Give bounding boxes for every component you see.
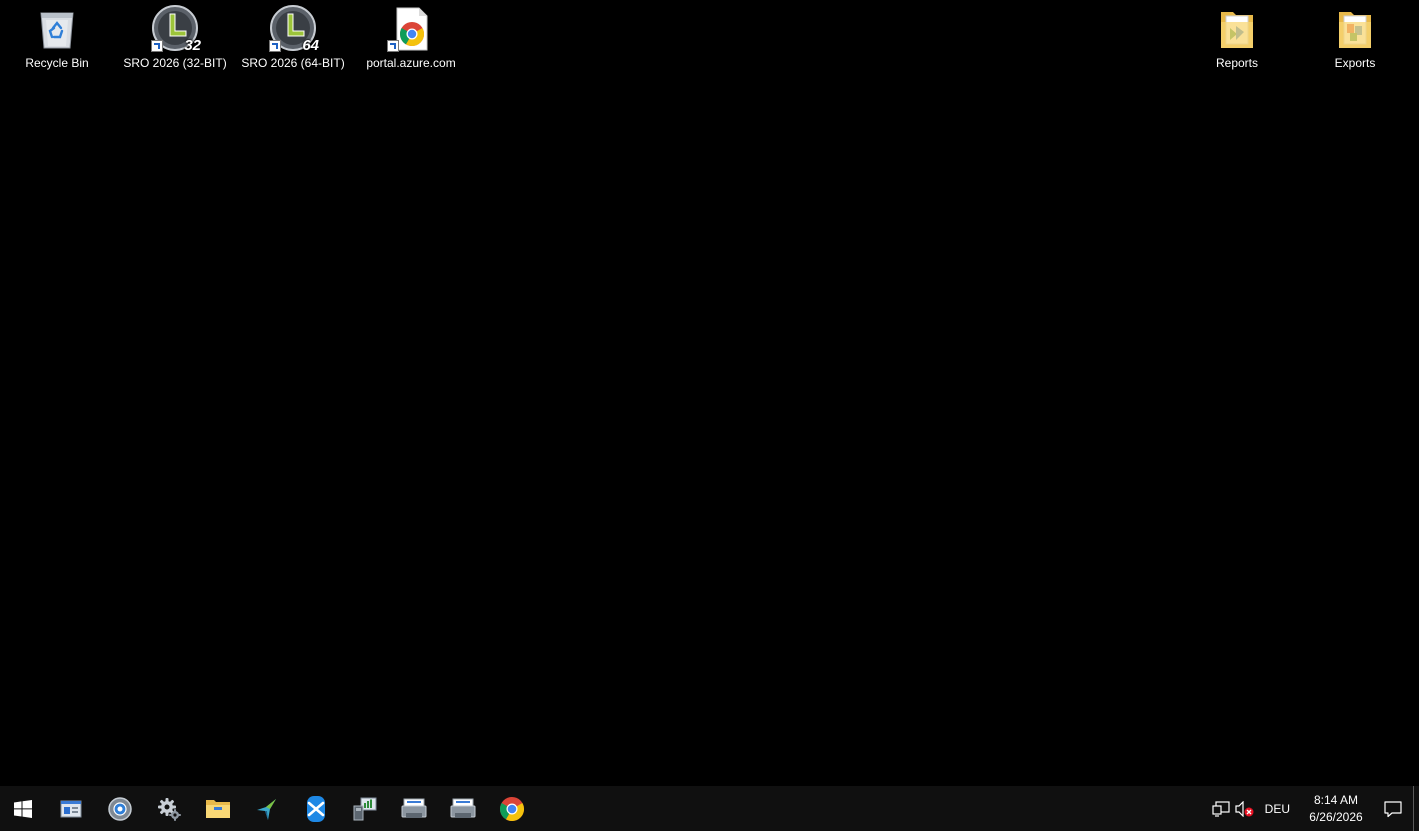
sro-2026-64bit-shortcut[interactable]: 64 SRO 2026 (64-BIT) — [238, 4, 348, 78]
desktop-icon-label: Exports — [1334, 56, 1376, 70]
taskbar-chrome[interactable] — [487, 786, 536, 831]
taskbar-remote-desktop[interactable] — [340, 786, 389, 831]
chrome-url-file-icon — [387, 4, 435, 52]
exports-folder-tile[interactable]: Exports — [1300, 4, 1410, 78]
recycle-bin-icon-tile[interactable]: Recycle Bin — [2, 4, 112, 78]
shortcut-arrow-icon — [269, 40, 281, 52]
server-manager-icon — [60, 800, 81, 817]
start-button[interactable] — [0, 786, 46, 831]
action-center-icon — [1384, 800, 1402, 817]
taskbar-control-panel[interactable] — [95, 786, 144, 831]
sro-badge-64: 64 — [302, 37, 319, 54]
show-desktop-button[interactable] — [1413, 786, 1419, 831]
windows-logo-icon — [14, 799, 32, 818]
taskbar: DEU 8:14 AM 6/26/2026 — [0, 786, 1419, 831]
taskbar-clock[interactable]: 8:14 AM 6/26/2026 — [1299, 792, 1373, 826]
printer-icon — [401, 798, 426, 818]
action-center-button[interactable] — [1373, 786, 1413, 831]
gear-icon — [157, 797, 181, 821]
shortcut-arrow-icon — [151, 40, 163, 52]
taskbar-file-explorer[interactable] — [193, 786, 242, 831]
shortcut-arrow-icon — [387, 40, 399, 52]
taskbar-hummingbird[interactable] — [242, 786, 291, 831]
network-icon[interactable] — [1209, 786, 1233, 831]
system-tray: DEU 8:14 AM 6/26/2026 — [1209, 786, 1419, 831]
desktop-icon-label: SRO 2026 (32-BIT) — [123, 56, 227, 70]
chrome-icon — [499, 796, 524, 821]
taskbar-sql-app[interactable] — [291, 786, 340, 831]
folder-icon — [1213, 4, 1261, 52]
recycle-bin-icon — [33, 4, 81, 52]
input-language-indicator[interactable]: DEU — [1257, 802, 1299, 816]
clock-time: 8:14 AM — [1313, 792, 1359, 807]
sro-2026-32bit-shortcut[interactable]: 32 SRO 2026 (32-BIT) — [120, 4, 230, 78]
desktop-icon-label: Recycle Bin — [25, 56, 89, 70]
taskbar-printer-1[interactable] — [389, 786, 438, 831]
desktop-icon-label: Reports — [1215, 56, 1259, 70]
folder-icon — [1331, 4, 1379, 52]
taskbar-server-manager[interactable] — [46, 786, 95, 831]
remote-desktop-icon — [353, 797, 376, 820]
hummingbird-icon — [256, 798, 276, 820]
volume-muted-icon[interactable] — [1233, 786, 1257, 831]
reports-folder-tile[interactable]: Reports — [1182, 4, 1292, 78]
portal-azure-shortcut[interactable]: portal.azure.com — [356, 4, 466, 78]
desktop: Recycle Bin 32 SRO 2026 (32-BIT) 64 SRO … — [0, 0, 1419, 786]
taskbar-settings[interactable] — [144, 786, 193, 831]
printer-icon — [450, 798, 475, 818]
desktop-icon-label: SRO 2026 (64-BIT) — [241, 56, 345, 70]
sro-badge-32: 32 — [184, 37, 201, 54]
taskbar-printer-2[interactable] — [438, 786, 487, 831]
sro-clock-icon: 64 — [269, 4, 319, 54]
control-panel-icon — [107, 796, 132, 821]
clock-date: 6/26/2026 — [1309, 809, 1363, 824]
folder-icon — [205, 799, 230, 818]
desktop-icon-label: portal.azure.com — [366, 56, 456, 70]
sro-clock-icon: 32 — [151, 4, 201, 54]
database-icon — [306, 795, 325, 822]
